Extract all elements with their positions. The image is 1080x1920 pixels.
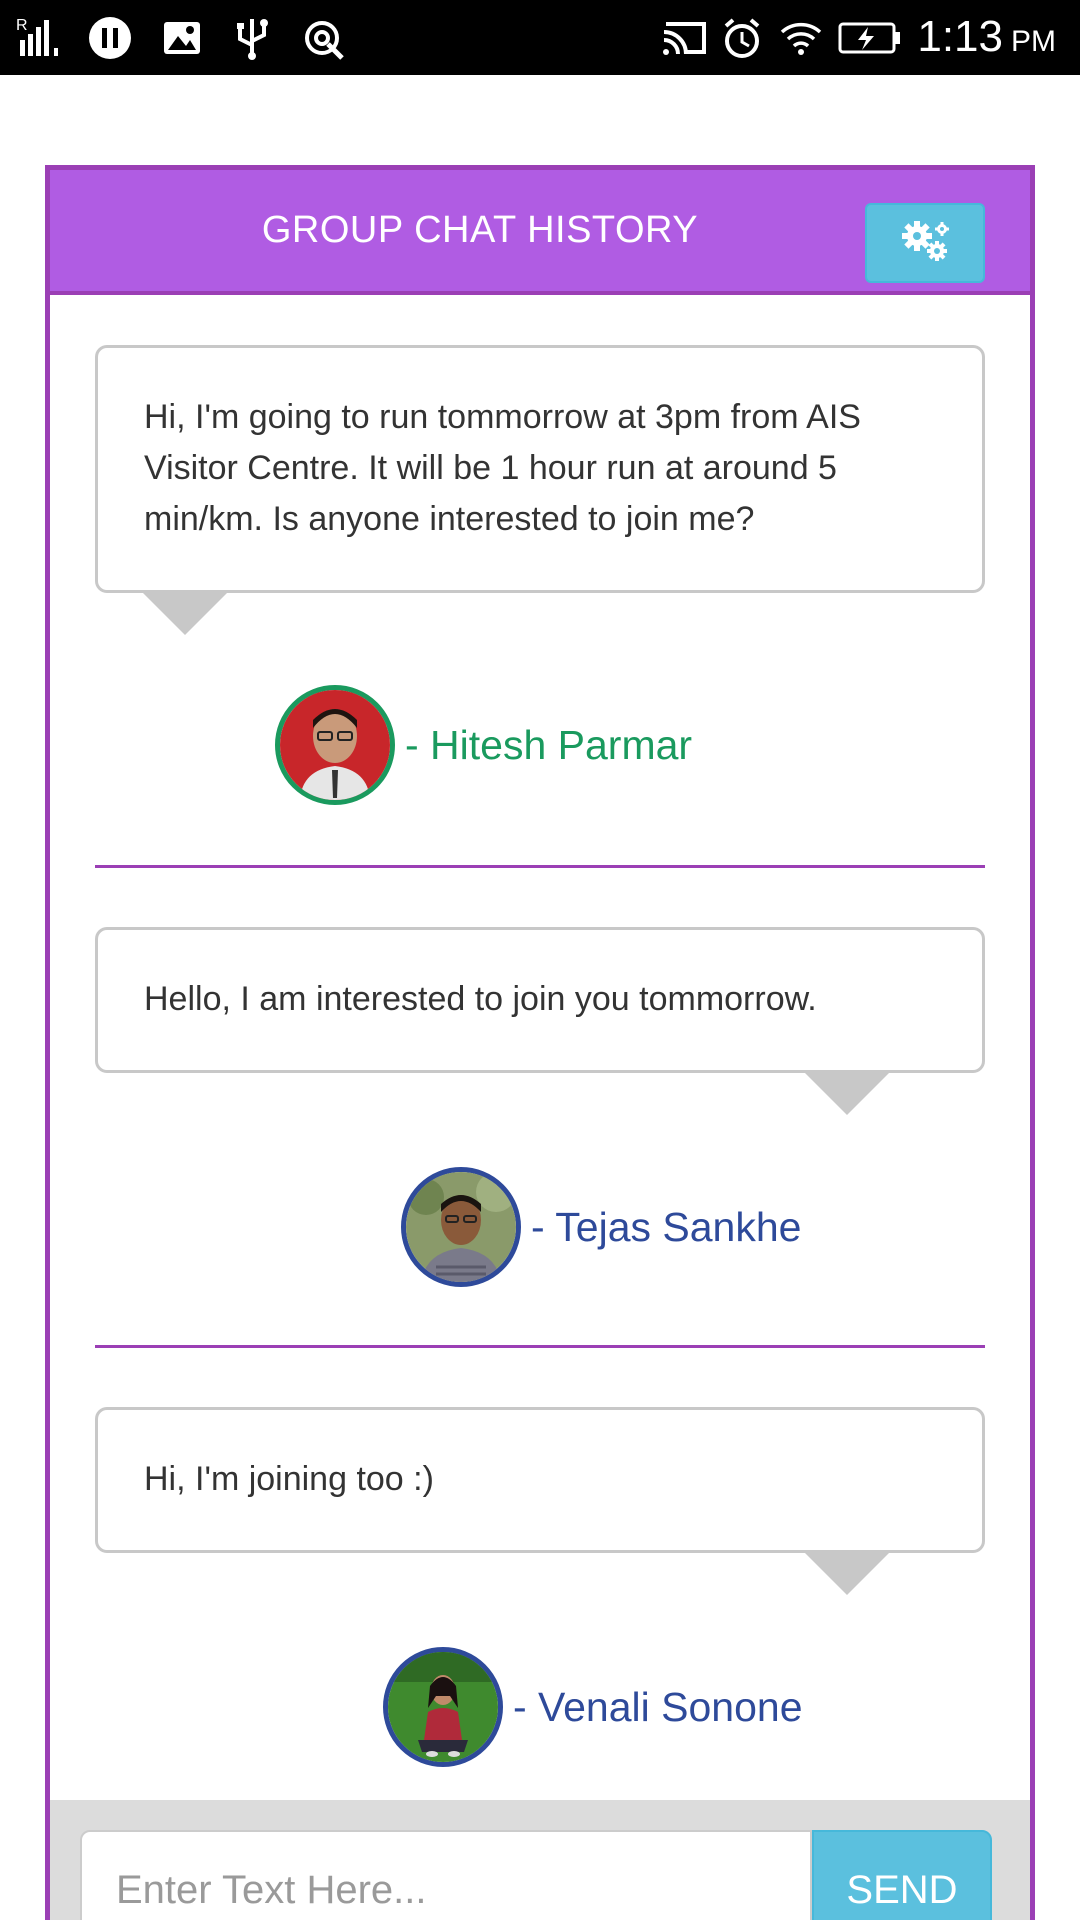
location-icon	[300, 14, 348, 62]
image-icon	[160, 14, 204, 62]
signal-icon: R	[14, 14, 74, 62]
bubble-pointer	[803, 1551, 891, 1595]
message-author: - Tejas Sankhe	[401, 1167, 801, 1287]
message-bubble: Hi, I'm going to run tommorrow at 3pm fr…	[95, 345, 985, 593]
author-name: - Tejas Sankhe	[531, 1203, 802, 1250]
status-time: 1:13	[917, 12, 1003, 61]
page-title: GROUP CHAT HISTORY	[261, 208, 699, 251]
send-button[interactable]: SEND	[812, 1830, 992, 1920]
status-ampm: PM	[1011, 25, 1056, 58]
status-clock: 1:13 PM	[917, 12, 1056, 64]
cast-icon	[660, 14, 710, 62]
message-divider	[95, 865, 985, 868]
wifi-icon	[778, 14, 824, 62]
battery-charging-icon	[838, 14, 902, 62]
avatar[interactable]	[275, 685, 395, 805]
svg-text:R: R	[16, 17, 28, 34]
gears-icon	[900, 219, 950, 268]
pause-icon	[86, 14, 134, 62]
chat-panel: GROUP CHAT HISTORY Hi, I'm going to run …	[45, 165, 1035, 1920]
usb-icon	[230, 14, 274, 62]
alarm-icon	[720, 14, 764, 62]
message-bubble: Hello, I am interested to join you tommo…	[95, 927, 985, 1073]
message-divider	[95, 1345, 985, 1348]
panel-header: GROUP CHAT HISTORY	[50, 170, 1030, 295]
bubble-pointer	[141, 591, 229, 635]
message-bubble: Hi, I'm joining too :)	[95, 1407, 985, 1553]
message-author: - Hitesh Parmar	[275, 685, 692, 805]
message-author: - Venali Sonone	[383, 1647, 803, 1767]
author-name: - Hitesh Parmar	[405, 721, 693, 768]
settings-button[interactable]	[865, 203, 985, 283]
author-name: - Venali Sonone	[513, 1683, 803, 1730]
message-input[interactable]	[80, 1830, 812, 1920]
status-bar: R 1:13 PM	[0, 0, 1080, 75]
message-input-bar: SEND	[50, 1800, 1030, 1920]
avatar[interactable]	[383, 1647, 503, 1767]
avatar[interactable]	[401, 1167, 521, 1287]
bubble-pointer	[803, 1071, 891, 1115]
